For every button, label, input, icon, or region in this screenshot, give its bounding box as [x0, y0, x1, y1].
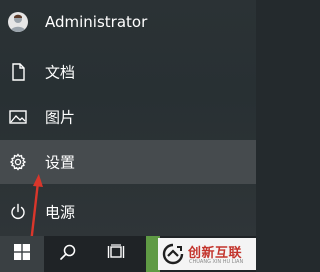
gear-icon	[8, 152, 28, 172]
start-menu: Administrator 文档 图片 设置 电源	[0, 0, 256, 236]
user-account-item[interactable]: Administrator	[0, 0, 256, 44]
menu-item-label: 设置	[45, 153, 76, 172]
start-button[interactable]	[0, 236, 44, 272]
user-name-label: Administrator	[45, 13, 148, 31]
power-icon	[8, 202, 28, 222]
user-avatar-icon	[8, 12, 28, 32]
watermark: 创新互联 CHUANG XIN HU LIAN	[158, 238, 256, 270]
watermark-logo-icon	[162, 243, 184, 265]
document-icon	[8, 62, 28, 82]
menu-item-settings[interactable]: 设置	[0, 140, 256, 184]
menu-item-label: 电源	[45, 203, 76, 222]
search-icon	[59, 243, 77, 265]
windows-logo-icon	[14, 244, 30, 264]
picture-icon	[8, 107, 28, 127]
menu-item-documents[interactable]: 文档	[0, 50, 256, 94]
task-view-button[interactable]	[96, 236, 136, 272]
search-button[interactable]	[48, 236, 88, 272]
task-view-icon	[107, 244, 125, 264]
menu-item-power[interactable]: 电源	[0, 190, 256, 234]
watermark-subtext: CHUANG XIN HU LIAN	[189, 259, 244, 265]
menu-item-label: 图片	[45, 108, 76, 127]
menu-item-pictures[interactable]: 图片	[0, 95, 256, 139]
menu-item-label: 文档	[45, 63, 76, 82]
